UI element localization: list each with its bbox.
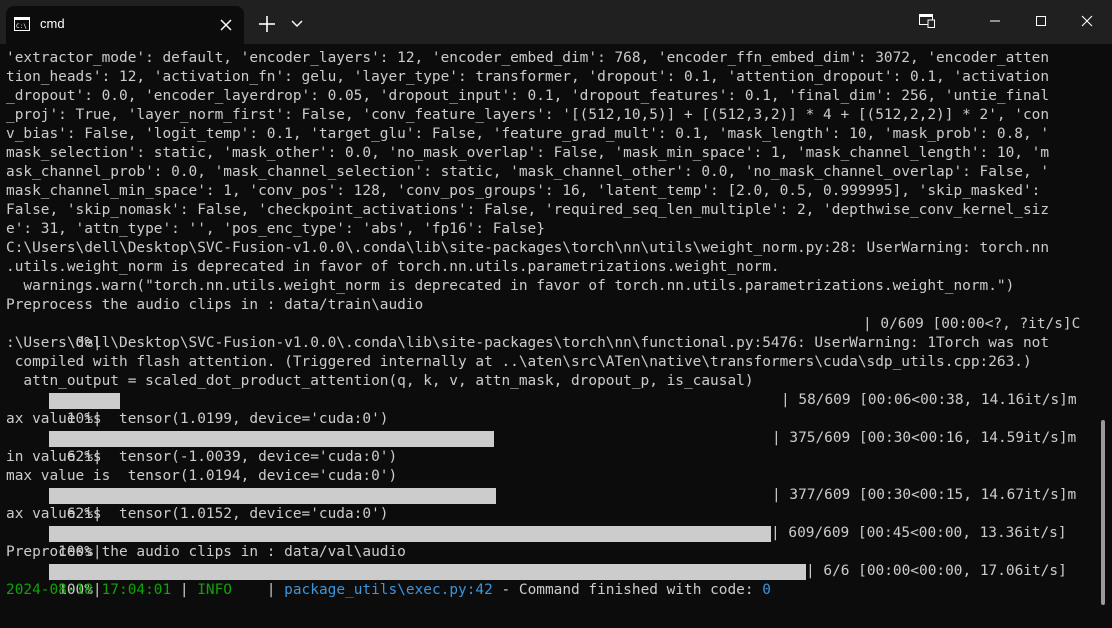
output-line: Preprocess the audio clips in : data/val… <box>6 544 406 560</box>
output-line: v_bias': False, 'logit_temp': 0.1, 'targ… <box>6 126 1050 142</box>
scrollbar-thumb[interactable] <box>1101 420 1105 605</box>
progress-stats: | 6/6 [00:00<00:00, 17.06it/s] <box>806 563 1067 579</box>
output-line: compiled with flash attention. (Triggere… <box>6 354 1032 370</box>
output-line: e': 31, 'attn_type': '', 'pos_enc_type':… <box>6 221 545 237</box>
output-line: warnings.warn("torch.nn.utils.weight_nor… <box>6 278 1015 294</box>
progress-stats: | 375/609 [00:30<00:16, 14.59it/s]m <box>772 430 1077 446</box>
output-line: Preprocess the audio clips in : data/tra… <box>6 297 424 313</box>
progress-bar-fill <box>49 393 120 409</box>
log-timestamp: 2024-08-18 17:04:01 <box>6 582 172 598</box>
output-line: C:\Users\dell\Desktop\SVC-Fusion-v1.0.0\… <box>6 240 1050 256</box>
svg-text:C:\: C:\ <box>16 23 27 30</box>
output-line: mask_selection': static, 'mask_other': 0… <box>6 145 1050 161</box>
progress-bar-fill <box>49 488 496 504</box>
new-tab-icon[interactable] <box>256 13 278 35</box>
maximize-button[interactable] <box>1018 6 1064 36</box>
output-line: .utils.weight_norm is deprecated in favo… <box>6 259 780 275</box>
output-line: :\Users\dell\Desktop\SVC-Fusion-v1.0.0\.… <box>6 335 1050 351</box>
output-line: mask_channel_min_space': 1, 'conv_pos': … <box>6 183 1041 199</box>
progress-stats: | 0/609 [00:00<?, ?it/s]C <box>863 316 1081 332</box>
progress-bar-fill <box>49 564 806 580</box>
progress-stats: | 58/609 [00:06<00:38, 14.16it/s]m <box>781 392 1077 408</box>
progress-line-train-100: 100%| | 609/609 [00:45<00:00, 13.36it/s] <box>6 524 1096 560</box>
log-message: - Command finished with code: <box>492 582 763 598</box>
terminal-output[interactable]: 'extractor_mode': default, 'encoder_laye… <box>6 49 1096 624</box>
window-settings-icon <box>919 14 935 28</box>
close-button[interactable] <box>1064 6 1110 36</box>
minimize-icon <box>990 20 1000 22</box>
output-line: tion_heads': 12, 'activation_fn': gelu, … <box>6 69 1050 85</box>
output-line: _dropout': 0.0, 'encoder_layerdrop': 0.0… <box>6 88 1050 104</box>
progress-bar-fill <box>49 526 771 542</box>
log-separator: | <box>232 582 285 598</box>
progress-line-val-100: 100%| | 6/6 [00:00<00:00, 17.06it/s] <box>6 562 1096 598</box>
tab-cmd[interactable]: C:\ cmd <box>6 6 244 44</box>
progress-line-train-62a: 62%| | 375/609 [00:30<00:16, 14.59it/s]m <box>6 429 1096 465</box>
progress-line-train-10: 10%| | 58/609 [00:06<00:38, 14.16it/s]m <box>6 391 1096 427</box>
output-line: attn_output = scaled_dot_product_attenti… <box>6 373 754 389</box>
output-line: False, 'skip_nomask': False, 'checkpoint… <box>6 202 1050 218</box>
log-exit-code: 0 <box>762 582 771 598</box>
chevron-down-icon[interactable] <box>289 15 305 31</box>
progress-line-train-62b: 62%| | 377/609 [00:30<00:15, 14.67it/s]m <box>6 486 1096 522</box>
log-level: INFO <box>197 582 233 598</box>
output-line: _proj': True, 'layer_norm_first': False,… <box>6 107 1050 123</box>
log-line: 2024-08-18 17:04:01 | INFO | package_uti… <box>6 581 1096 600</box>
output-line: ax value is tensor(1.0199, device='cuda:… <box>6 411 389 427</box>
maximize-icon <box>1036 16 1046 26</box>
terminal-icon: C:\ <box>14 17 30 31</box>
progress-bar-fill <box>49 431 494 447</box>
tab-close-icon[interactable] <box>216 15 236 35</box>
output-line: ax value is tensor(1.0152, device='cuda:… <box>6 506 389 522</box>
output-line: max value is tensor(1.0194, device='cuda… <box>6 468 398 484</box>
progress-stats: | 377/609 [00:30<00:15, 14.67it/s]m <box>772 487 1077 503</box>
tab-title: cmd <box>40 16 65 31</box>
close-icon <box>1081 15 1093 27</box>
settings-tray-button[interactable] <box>904 6 950 36</box>
progress-line-train-0: 0%| | 0/609 [00:00<?, ?it/s]C <box>6 315 1096 351</box>
minimize-button[interactable] <box>972 6 1018 36</box>
log-separator: | <box>171 582 198 598</box>
title-bar[interactable]: C:\ cmd <box>0 0 1112 44</box>
progress-stats: | 609/609 [00:45<00:00, 13.36it/s] <box>771 525 1067 541</box>
output-line: in value is tensor(-1.0039, device='cuda… <box>6 449 398 465</box>
output-line: ask_channel_prob': 0.0, 'mask_channel_se… <box>6 164 1050 180</box>
log-source: package_utils\exec.py:42 <box>284 582 493 598</box>
terminal-window: C:\ cmd 'extractor_mode': default, 'enco… <box>0 0 1112 628</box>
output-line: 'extractor_mode': default, 'encoder_laye… <box>6 50 1050 66</box>
